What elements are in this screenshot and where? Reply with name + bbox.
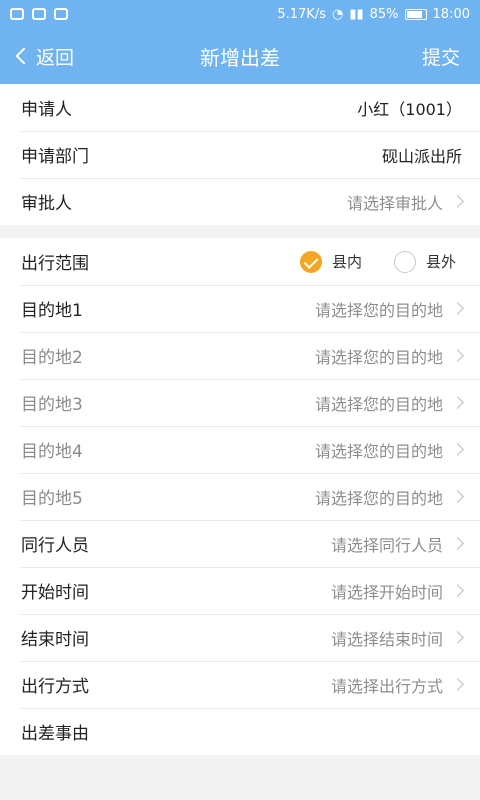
destination-label: 目的地3	[21, 395, 83, 415]
destination-row-5[interactable]: 目的地5 请选择您的目的地	[0, 473, 480, 520]
approver-label: 审批人	[21, 194, 72, 214]
signal-icon: ▮▮	[349, 6, 364, 22]
destination-picker[interactable]: 请选择您的目的地	[314, 438, 464, 462]
end-time-picker[interactable]: 请选择结束时间	[330, 626, 464, 650]
status-bar: 5.17K/s ◔ ▮▮ 85% 18:00	[0, 0, 480, 28]
start-time-placeholder: 请选择开始时间	[330, 582, 443, 602]
reason-label: 出差事由	[21, 724, 89, 744]
chevron-right-icon	[451, 678, 464, 691]
chevron-right-icon	[451, 537, 464, 550]
destination-placeholder: 请选择您的目的地	[314, 441, 443, 461]
chevron-right-icon	[451, 349, 464, 362]
applicant-value: 小红（1001）	[357, 99, 462, 119]
destination-row-3[interactable]: 目的地3 请选择您的目的地	[0, 379, 480, 426]
destination-picker[interactable]: 请选择您的目的地	[314, 391, 464, 415]
status-right: 5.17K/s ◔ ▮▮ 85% 18:00	[277, 7, 470, 22]
destination-picker[interactable]: 请选择您的目的地	[314, 485, 464, 509]
nav-bar: 返回 新增出差 提交	[0, 28, 480, 84]
chevron-right-icon	[451, 490, 464, 503]
destination-placeholder: 请选择您的目的地	[314, 300, 443, 320]
scope-option-inside[interactable]: 县内	[299, 250, 362, 273]
applicant-section: 申请人 小红（1001） 申请部门 砚山派出所 审批人 请选择审批人	[0, 84, 480, 225]
destination-label: 目的地4	[21, 442, 83, 462]
reason-row[interactable]: 出差事由	[0, 708, 480, 755]
department-value: 砚山派出所	[381, 146, 462, 166]
clock: 18:00	[432, 6, 470, 22]
companions-label: 同行人员	[21, 536, 89, 556]
travel-mode-placeholder: 请选择出行方式	[330, 676, 443, 696]
wifi-icon: ◔	[331, 6, 344, 22]
end-time-row[interactable]: 结束时间 请选择结束时间	[0, 614, 480, 661]
destination-placeholder: 请选择您的目的地	[314, 347, 443, 367]
scope-radio-group: 县内 县外	[299, 250, 456, 273]
back-button[interactable]: 返回	[14, 43, 74, 70]
chevron-left-icon	[15, 47, 33, 65]
destination-picker[interactable]: 请选择您的目的地	[314, 297, 464, 321]
end-time-label: 结束时间	[21, 630, 89, 650]
destination-label: 目的地1	[21, 301, 83, 321]
status-left-icons	[10, 8, 68, 20]
destination-placeholder: 请选择您的目的地	[314, 394, 443, 414]
start-time-picker[interactable]: 请选择开始时间	[330, 579, 464, 603]
travel-mode-row[interactable]: 出行方式 请选择出行方式	[0, 661, 480, 708]
approver-picker[interactable]: 请选择审批人	[346, 190, 464, 214]
cloud-icon	[54, 8, 68, 20]
travel-mode-label: 出行方式	[21, 677, 89, 697]
destination-placeholder: 请选择您的目的地	[314, 488, 443, 508]
destination-row-4[interactable]: 目的地4 请选择您的目的地	[0, 426, 480, 473]
scope-option-outside[interactable]: 县外	[393, 250, 456, 273]
companions-placeholder: 请选择同行人员	[330, 535, 443, 555]
chevron-right-icon	[451, 584, 464, 597]
destination-row-2[interactable]: 目的地2 请选择您的目的地	[0, 332, 480, 379]
radio-checked-icon	[299, 250, 322, 273]
start-time-label: 开始时间	[21, 583, 89, 603]
back-label: 返回	[36, 46, 75, 69]
scope-option-label: 县内	[331, 253, 362, 271]
start-time-row[interactable]: 开始时间 请选择开始时间	[0, 567, 480, 614]
chevron-right-icon	[451, 631, 464, 644]
chevron-right-icon	[451, 396, 464, 409]
image-icon	[32, 8, 46, 20]
radio-unchecked-icon	[393, 250, 416, 273]
destination-row-1[interactable]: 目的地1 请选择您的目的地	[0, 285, 480, 332]
submit-button[interactable]: 提交	[422, 43, 460, 70]
chevron-right-icon	[451, 443, 464, 456]
chevron-right-icon	[451, 302, 464, 315]
destination-picker[interactable]: 请选择您的目的地	[314, 344, 464, 368]
department-row: 申请部门 砚山派出所	[0, 131, 480, 178]
companions-row[interactable]: 同行人员 请选择同行人员	[0, 520, 480, 567]
scope-row: 出行范围 县内 县外	[0, 238, 480, 285]
battery-percent: 85%	[369, 6, 399, 22]
destination-label: 目的地2	[21, 348, 83, 368]
approver-row[interactable]: 审批人 请选择审批人	[0, 178, 480, 225]
scope-label: 出行范围	[21, 254, 89, 274]
battery-icon	[404, 8, 427, 20]
network-speed: 5.17K/s	[277, 6, 326, 22]
scope-option-label: 县外	[425, 253, 456, 271]
travel-mode-picker[interactable]: 请选择出行方式	[330, 673, 464, 697]
applicant-row: 申请人 小红（1001）	[0, 84, 480, 131]
applicant-label: 申请人	[21, 100, 72, 120]
end-time-placeholder: 请选择结束时间	[330, 629, 443, 649]
destination-label: 目的地5	[21, 489, 83, 509]
companions-picker[interactable]: 请选择同行人员	[330, 532, 464, 556]
approver-placeholder: 请选择审批人	[346, 193, 443, 213]
department-label: 申请部门	[21, 147, 89, 167]
notification-icon	[10, 8, 24, 20]
chevron-right-icon	[451, 195, 464, 208]
travel-section: 出行范围 县内 县外 目的地1 请选择您的目的地 目的地2 请选择您的目的地 目…	[0, 238, 480, 755]
